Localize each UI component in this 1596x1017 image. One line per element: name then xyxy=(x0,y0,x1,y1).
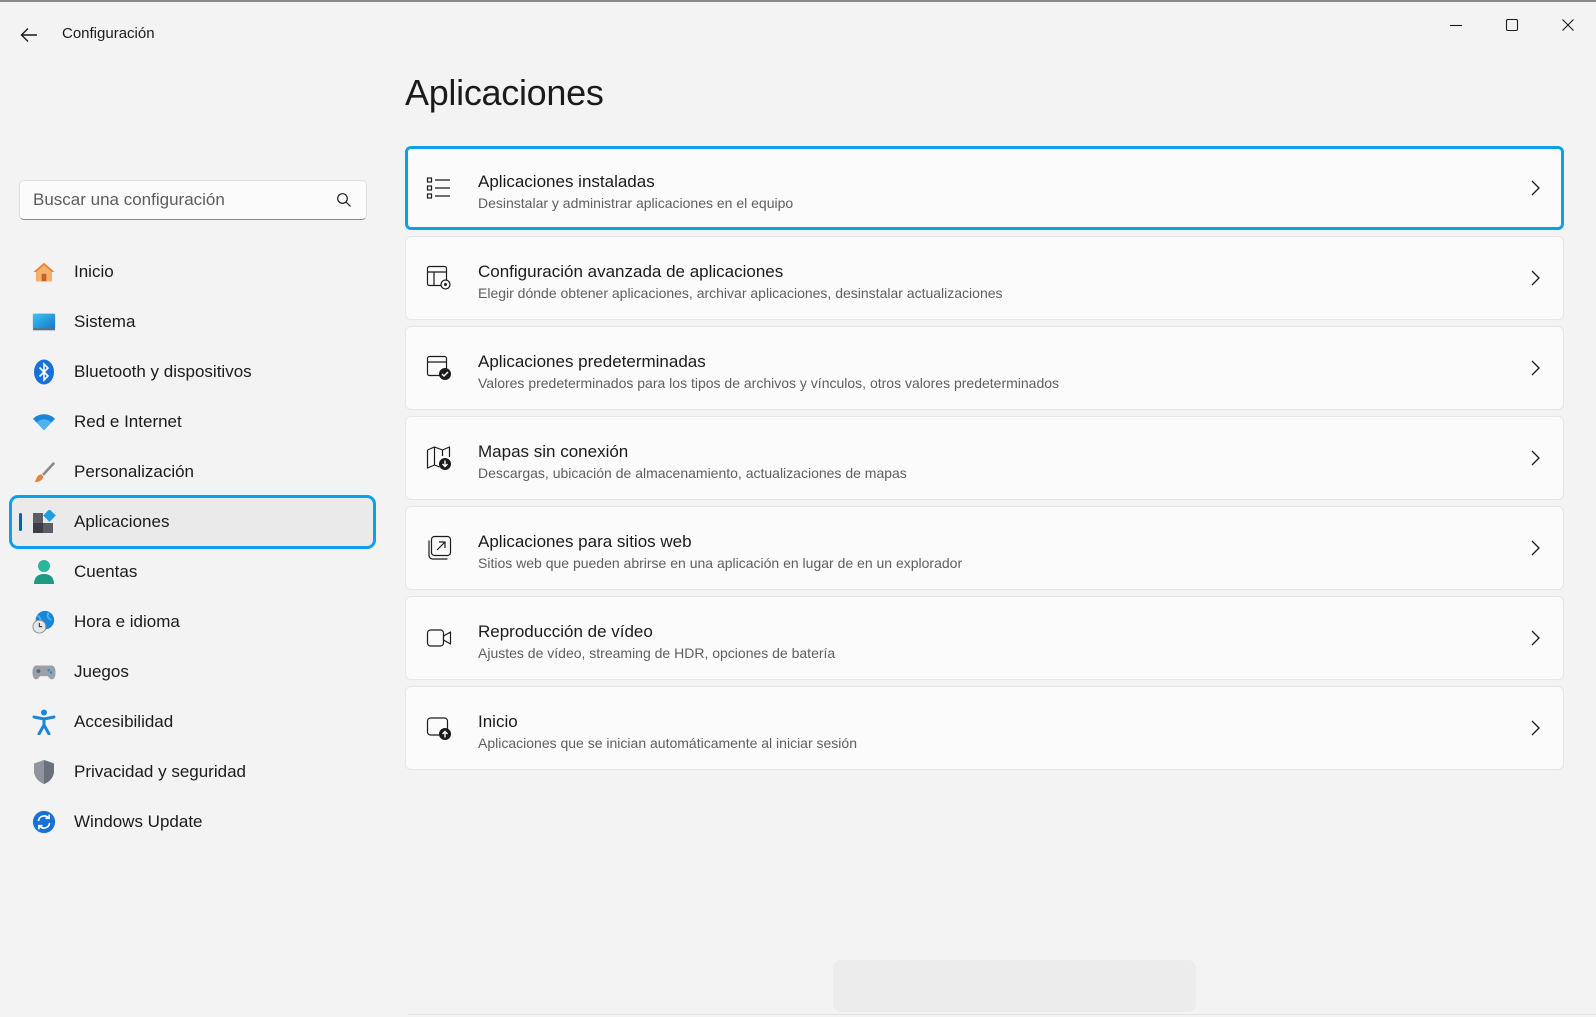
card-title: Reproducción de vídeo xyxy=(478,622,653,641)
card-title: Inicio xyxy=(478,712,518,731)
chevron-right-icon xyxy=(1531,180,1540,196)
sidebar-item-cuentas[interactable]: Cuentas xyxy=(10,547,374,597)
minimize-icon xyxy=(1450,24,1462,27)
globe-clock-icon xyxy=(32,610,56,634)
settings-cards: Aplicaciones instaladas Desinstalar y ad… xyxy=(405,146,1564,776)
title-bar: Configuración xyxy=(0,2,1596,62)
sidebar-item-juegos[interactable]: Juegos xyxy=(10,647,374,697)
chevron-right-icon xyxy=(1531,360,1540,376)
sidebar-item-label: Juegos xyxy=(74,662,129,681)
sidebar-item-label: Hora e idioma xyxy=(74,612,180,631)
card-title: Configuración avanzada de aplicaciones xyxy=(478,262,784,281)
sidebar-item-label: Sistema xyxy=(74,312,136,331)
brush-icon xyxy=(32,460,56,484)
card-startup[interactable]: Inicio Aplicaciones que se inician autom… xyxy=(405,686,1564,770)
card-subtitle: Descargas, ubicación de almacenamiento, … xyxy=(478,465,907,481)
sidebar-item-privacidad[interactable]: Privacidad y seguridad xyxy=(10,747,374,797)
card-installed-apps[interactable]: Aplicaciones instaladas Desinstalar y ad… xyxy=(405,146,1564,230)
default-apps-icon xyxy=(426,355,451,380)
shield-icon xyxy=(32,760,56,784)
video-icon xyxy=(426,629,452,647)
wifi-icon xyxy=(32,410,56,434)
search-icon[interactable] xyxy=(336,192,352,208)
sidebar-item-label: Bluetooth y dispositivos xyxy=(74,362,252,381)
close-button[interactable] xyxy=(1540,8,1596,42)
card-default-apps[interactable]: Aplicaciones predeterminadas Valores pre… xyxy=(405,326,1564,410)
back-button[interactable] xyxy=(14,20,44,50)
sidebar-item-label: Privacidad y seguridad xyxy=(74,762,246,781)
sidebar-nav: Inicio Sistema Bluetooth y dispositivos … xyxy=(9,247,376,847)
card-title: Aplicaciones predeterminadas xyxy=(478,352,706,371)
close-icon xyxy=(1562,19,1574,31)
home-icon xyxy=(32,260,56,284)
bluetooth-icon xyxy=(32,359,56,385)
maximize-button[interactable] xyxy=(1484,8,1540,42)
search-box[interactable] xyxy=(19,180,367,220)
card-video-playback[interactable]: Reproducción de vídeo Ajustes de vídeo, … xyxy=(405,596,1564,680)
selection-indicator xyxy=(19,513,22,531)
web-apps-icon xyxy=(428,535,452,560)
sidebar-item-red[interactable]: Red e Internet xyxy=(10,397,374,447)
sidebar-item-label: Inicio xyxy=(74,262,114,281)
search-input[interactable] xyxy=(33,181,323,219)
maximize-icon xyxy=(1505,18,1519,32)
accessibility-icon xyxy=(32,709,56,735)
arrow-left-icon xyxy=(20,28,37,42)
card-subtitle: Aplicaciones que se inician automáticame… xyxy=(478,735,857,751)
system-icon xyxy=(32,310,56,334)
chevron-right-icon xyxy=(1531,630,1540,646)
sidebar-item-label: Personalización xyxy=(74,462,195,481)
sidebar-item-inicio[interactable]: Inicio xyxy=(10,247,374,297)
sidebar-item-hora-idioma[interactable]: Hora e idioma xyxy=(10,597,374,647)
chevron-right-icon xyxy=(1531,270,1540,286)
app-settings-icon xyxy=(426,265,451,290)
app-title: Configuración xyxy=(62,25,155,42)
card-offline-maps[interactable]: Mapas sin conexión Descargas, ubicación … xyxy=(405,416,1564,500)
sidebar-item-label: Red e Internet xyxy=(74,412,182,431)
sidebar-item-sistema[interactable]: Sistema xyxy=(10,297,374,347)
card-apps-for-websites[interactable]: Aplicaciones para sitios web Sitios web … xyxy=(405,506,1564,590)
sidebar-item-personalizacion[interactable]: Personalización xyxy=(10,447,374,497)
scroll-placeholder xyxy=(833,960,1196,1012)
card-title: Aplicaciones instaladas xyxy=(478,172,655,191)
sidebar-item-aplicaciones[interactable]: Aplicaciones xyxy=(9,495,376,549)
card-subtitle: Desinstalar y administrar aplicaciones e… xyxy=(478,195,794,211)
page-title: Aplicaciones xyxy=(405,72,604,113)
list-icon xyxy=(426,177,450,199)
update-icon xyxy=(32,810,56,834)
minimize-button[interactable] xyxy=(1428,8,1484,42)
card-title: Aplicaciones para sitios web xyxy=(478,532,692,551)
sidebar-item-label: Cuentas xyxy=(74,562,138,581)
card-subtitle: Ajustes de vídeo, streaming de HDR, opci… xyxy=(478,645,836,661)
sidebar-item-label: Accesibilidad xyxy=(74,712,174,731)
sidebar-item-label: Windows Update xyxy=(74,812,203,831)
sidebar-item-windows-update[interactable]: Windows Update xyxy=(10,797,374,847)
apps-icon xyxy=(32,510,56,534)
chevron-right-icon xyxy=(1531,720,1540,736)
account-icon xyxy=(32,560,56,584)
offline-map-icon xyxy=(426,446,451,470)
sidebar-item-bluetooth[interactable]: Bluetooth y dispositivos xyxy=(10,347,374,397)
divider xyxy=(408,1014,1596,1015)
card-subtitle: Valores predeterminados para los tipos d… xyxy=(478,375,1060,391)
sidebar-item-label: Aplicaciones xyxy=(74,512,170,531)
card-advanced-app-settings[interactable]: Configuración avanzada de aplicaciones E… xyxy=(405,236,1564,320)
gamepad-icon xyxy=(32,660,56,684)
card-subtitle: Elegir dónde obtener aplicaciones, archi… xyxy=(478,285,1003,301)
chevron-right-icon xyxy=(1531,540,1540,556)
card-title: Mapas sin conexión xyxy=(478,442,629,461)
chevron-right-icon xyxy=(1531,450,1540,466)
startup-icon xyxy=(426,717,451,740)
sidebar-item-accesibilidad[interactable]: Accesibilidad xyxy=(10,697,374,747)
card-subtitle: Sitios web que pueden abrirse en una apl… xyxy=(478,555,963,571)
